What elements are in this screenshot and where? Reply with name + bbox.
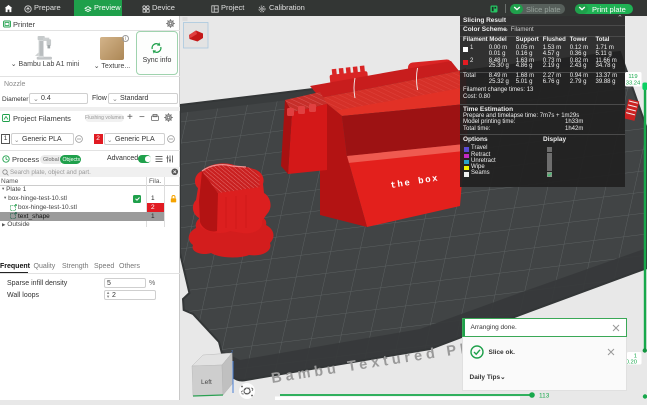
svg-text:0.20: 0.20 [626, 360, 637, 366]
svg-text:113: 113 [539, 393, 550, 400]
svg-text:Left: Left [201, 379, 212, 386]
svg-text:33.24: 33.24 [626, 80, 641, 86]
svg-text:119: 119 [628, 74, 637, 80]
